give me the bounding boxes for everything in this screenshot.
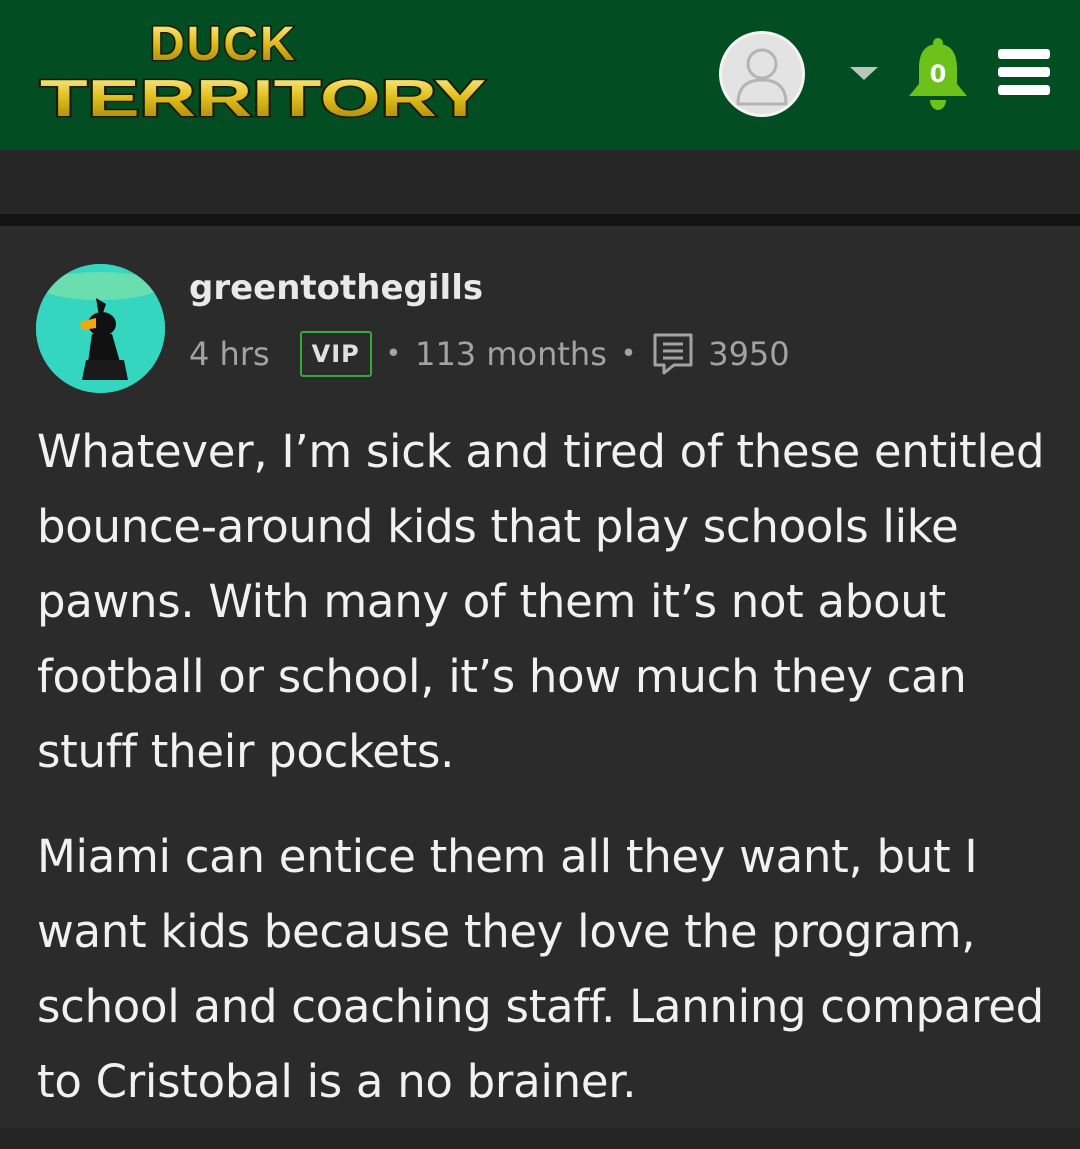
author-avatar[interactable]	[36, 264, 165, 393]
author-username[interactable]: greentothegills	[189, 266, 483, 310]
sub-navigation-bar	[0, 150, 1080, 214]
site-header: DUCK TERRITORY 0	[0, 0, 1080, 150]
hamburger-menu-icon[interactable]	[998, 49, 1050, 95]
site-logo[interactable]: DUCK TERRITORY	[38, 16, 498, 129]
comment-icon	[653, 333, 693, 375]
section-divider	[0, 214, 1080, 226]
logo-text-top: DUCK	[150, 18, 297, 71]
post-paragraph: Whatever, I’m sick and tired of these en…	[37, 425, 1045, 778]
duck-character-icon	[36, 264, 165, 393]
meta-separator: •	[620, 339, 637, 369]
logo-text-bottom: TERRITORY	[40, 70, 486, 128]
vip-badge: VIP	[299, 331, 372, 377]
user-silhouette-icon	[736, 48, 788, 106]
post-meta: 4 hrs VIP • 113 months • 3950	[189, 328, 790, 380]
account-avatar-button[interactable]	[719, 31, 805, 117]
post-paragraph: Miami can entice them all they want, but…	[37, 830, 1044, 1108]
membership-duration: 113 months	[415, 335, 607, 373]
post-time[interactable]: 4 hrs	[189, 335, 270, 373]
notification-count: 0	[929, 60, 947, 88]
author-post-count: 3950	[708, 335, 790, 373]
meta-separator: •	[385, 339, 402, 369]
post-body: Whatever, I’m sick and tired of these en…	[37, 414, 1047, 1149]
caret-down-icon[interactable]	[850, 67, 878, 80]
